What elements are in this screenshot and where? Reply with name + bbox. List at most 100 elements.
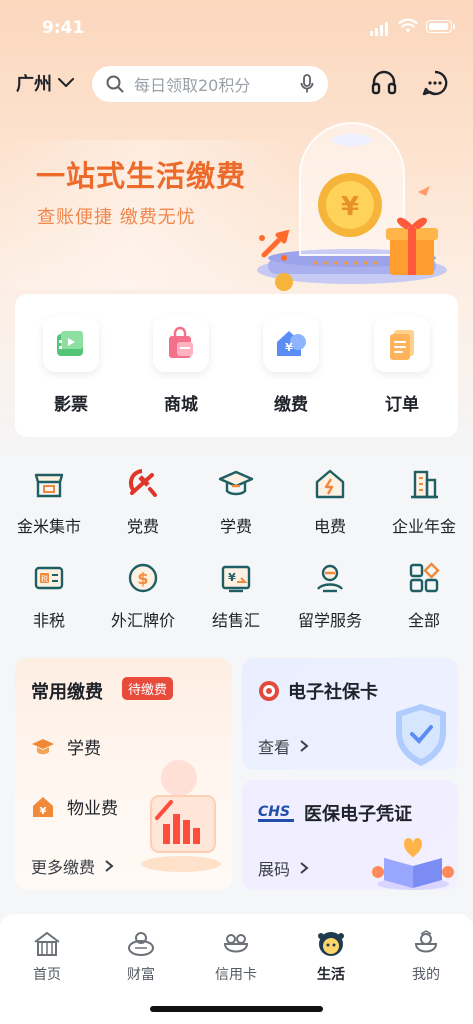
battery-icon (426, 20, 455, 33)
grid-label: 非税 (32, 611, 65, 630)
hero-subtitle: 查账便捷 缴费无忧 (37, 207, 196, 228)
view-link[interactable]: 查看 (258, 734, 309, 758)
home-icon (32, 930, 62, 958)
grid-label: 留学服务 (297, 611, 362, 630)
chart-illustration (141, 760, 221, 872)
credit-card-icon (221, 930, 251, 958)
tab-home[interactable]: 首页 (7, 930, 87, 984)
pending-badge: 待缴费 (122, 677, 174, 700)
grid-label: 学费 (219, 517, 252, 536)
grid-label: 金米集市 (16, 517, 81, 536)
svg-text:$: $ (137, 569, 148, 588)
tax-ticket-icon: 税 (31, 560, 67, 596)
tab-label: 首页 (33, 967, 61, 983)
show-code-link[interactable]: 展码 (258, 856, 309, 880)
grid-item-fx-settlement[interactable]: ¥ 结售汇 (189, 560, 283, 631)
all-grid-icon (406, 560, 442, 596)
gift-box-icon (372, 838, 454, 890)
status-bar: 9:41 (0, 0, 473, 58)
service-movie-tickets[interactable]: 影票 (31, 316, 111, 415)
graduation-cap-icon (218, 466, 254, 502)
building-icon (406, 466, 442, 502)
search-input[interactable]: 每日领取20积分 (92, 66, 328, 102)
common-payments-card[interactable]: 常用缴费 待缴费 学费 ¥ 物业费 更多缴费 (15, 658, 232, 890)
grid-item-jinmi-market[interactable]: 金米集市 (2, 466, 96, 537)
svg-text:¥: ¥ (341, 192, 359, 222)
house-payment-icon: ¥ (263, 316, 319, 372)
tab-label: 财富 (127, 967, 155, 983)
grid-label: 全部 (407, 611, 440, 630)
service-mall[interactable]: 商城 (141, 316, 221, 415)
grid-item-all[interactable]: 全部 (377, 560, 471, 631)
grid-item-electricity[interactable]: 电费 (283, 466, 377, 537)
view-link-label: 查看 (258, 738, 291, 757)
shopping-bag-icon (153, 316, 209, 372)
graduation-cap-icon (32, 738, 54, 754)
svg-text:CHS: CHS (258, 804, 290, 820)
chevron-down-icon (58, 78, 74, 87)
hero-illustration: ¥ (257, 122, 447, 291)
wifi-icon (398, 18, 418, 33)
grid-item-tuition[interactable]: 学费 (189, 466, 283, 537)
svg-text:¥: ¥ (228, 571, 236, 584)
grid-item-study-abroad[interactable]: 留学服务 (283, 560, 377, 631)
medical-insurance-card[interactable]: CHS 医保电子凭证 展码 (242, 780, 458, 890)
more-payments-link[interactable]: 更多缴费 (31, 854, 114, 878)
grid-label: 电费 (313, 517, 346, 536)
movie-ticket-icon (43, 316, 99, 372)
party-emblem-icon (125, 466, 161, 502)
hero-title: 一站式生活缴费 (36, 159, 247, 193)
payment-item-tuition[interactable]: 学费 (31, 734, 101, 759)
order-list-icon (374, 316, 430, 372)
tab-label: 信用卡 (215, 967, 257, 983)
tab-credit-card[interactable]: 信用卡 (196, 930, 276, 984)
svg-text:¥: ¥ (285, 341, 293, 354)
headset-icon[interactable] (369, 68, 399, 98)
show-code-label: 展码 (258, 860, 291, 879)
chevron-right-icon (300, 862, 309, 874)
main-services-card: 影票 商城 ¥ 缴费 订单 (15, 294, 458, 437)
svg-text:税: 税 (41, 574, 48, 583)
service-label: 影票 (54, 395, 88, 415)
microphone-icon[interactable] (300, 74, 314, 94)
social-security-logo-icon (259, 681, 279, 701)
more-payments-label: 更多缴费 (31, 858, 96, 877)
profile-icon (411, 930, 441, 958)
tab-life[interactable]: 生活 (291, 930, 371, 984)
grid-label: 结售汇 (211, 611, 260, 630)
grid-item-fx-rates[interactable]: $ 外汇牌价 (96, 560, 190, 631)
service-orders[interactable]: 订单 (362, 316, 442, 415)
service-payment[interactable]: ¥ 缴费 (251, 316, 331, 415)
property-house-icon: ¥ (33, 796, 53, 817)
market-stall-icon (31, 466, 67, 502)
grid-item-party-fee[interactable]: 党费 (96, 466, 190, 537)
grid-label: 党费 (126, 517, 159, 536)
service-label: 缴费 (274, 395, 308, 415)
grid-label: 企业年金 (391, 517, 456, 536)
common-payments-title: 常用缴费 (31, 682, 103, 703)
grid-item-non-tax[interactable]: 税 非税 (2, 560, 96, 631)
signal-icon (370, 22, 388, 36)
top-bar: 广州 每日领取20积分 (0, 64, 473, 104)
payment-item-property[interactable]: ¥ 物业费 (31, 794, 118, 819)
tab-wealth[interactable]: 财富 (101, 930, 181, 984)
search-placeholder: 每日领取20积分 (134, 76, 251, 95)
svg-text:¥: ¥ (40, 806, 47, 817)
tab-me[interactable]: 我的 (386, 930, 466, 984)
grid-label: 外汇牌价 (110, 611, 175, 630)
student-icon (312, 560, 348, 596)
payment-item-label: 学费 (67, 739, 101, 759)
city-label: 广州 (16, 74, 52, 95)
exchange-icon: ¥ (218, 560, 254, 596)
city-selector[interactable]: 广州 (16, 70, 74, 96)
tab-label: 我的 (412, 967, 440, 983)
grid-item-enterprise-annuity[interactable]: 企业年金 (377, 466, 471, 537)
electricity-house-icon (312, 466, 348, 502)
dollar-coin-icon: $ (125, 560, 161, 596)
tab-label: 生活 (317, 967, 345, 983)
home-indicator (150, 1006, 323, 1012)
message-icon[interactable] (420, 68, 450, 98)
wealth-icon (126, 930, 156, 958)
medical-insurance-title: 医保电子凭证 (304, 804, 412, 825)
social-security-card[interactable]: 电子社保卡 查看 (242, 658, 458, 770)
